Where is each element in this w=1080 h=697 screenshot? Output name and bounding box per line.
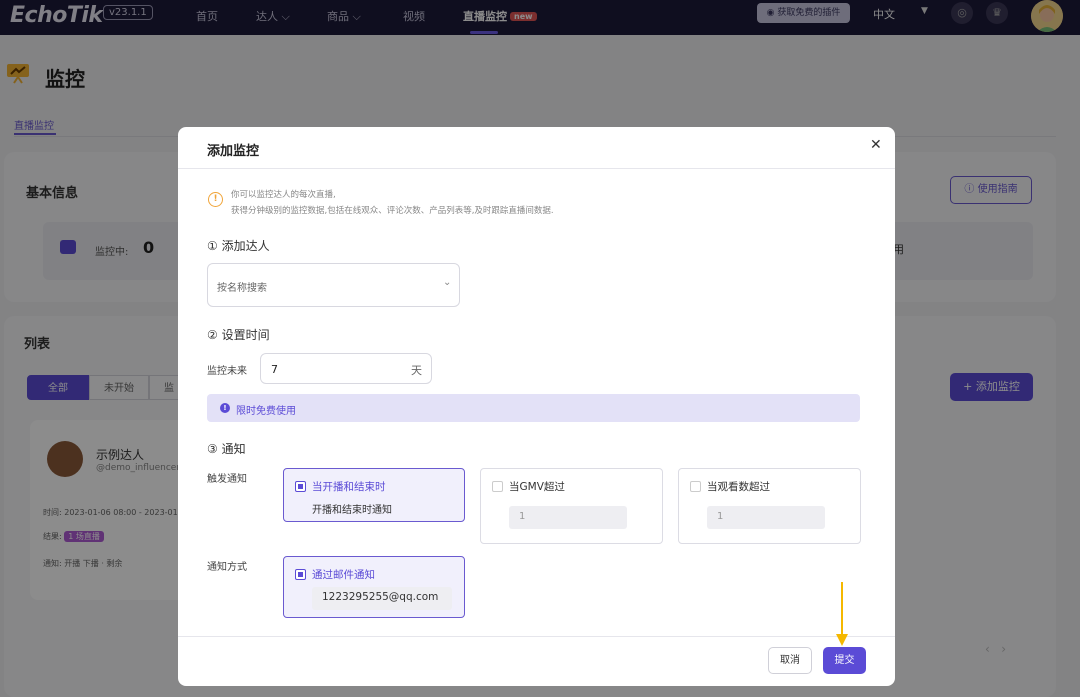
gmv-checkbox[interactable] bbox=[492, 481, 503, 492]
free-notice-bar: ! 限时免费使用 bbox=[207, 394, 860, 422]
gmv-label: 当GMV超过 bbox=[509, 481, 565, 493]
info-line-1: 你可以监控达人的每次直播, bbox=[231, 190, 336, 200]
modal-title: 添加监控 bbox=[207, 144, 260, 159]
close-icon[interactable]: ✕ bbox=[870, 137, 882, 153]
viewers-checkbox[interactable] bbox=[690, 481, 701, 492]
start-end-label: 当开播和结束时 bbox=[312, 481, 386, 493]
option-start-end[interactable]: 当开播和结束时 开播和结束时通知 bbox=[283, 468, 465, 522]
cancel-button[interactable]: 取消 bbox=[768, 647, 812, 674]
option-email[interactable]: 通过邮件通知 1223295255@qq.com bbox=[283, 556, 465, 618]
days-unit: 天 bbox=[411, 364, 422, 377]
step-notify: ③ 通知 bbox=[207, 442, 246, 456]
add-monitor-modal: 添加监控 ✕ ! 你可以监控达人的每次直播, 获得分钟级别的监控数据,包括在线观… bbox=[178, 127, 895, 686]
email-input[interactable]: 1223295255@qq.com bbox=[312, 587, 452, 610]
info-dot-icon: ! bbox=[220, 403, 230, 413]
start-end-sub: 开播和结束时通知 bbox=[312, 505, 392, 516]
influencer-search-select[interactable]: 按名称搜索 ⌄ bbox=[207, 263, 460, 307]
pointer-arrow-icon bbox=[836, 582, 848, 646]
step-set-time: ② 设置时间 bbox=[207, 328, 270, 342]
modal-header-divider bbox=[178, 168, 895, 169]
trigger-label: 触发通知 bbox=[207, 474, 247, 485]
start-end-checkbox[interactable] bbox=[295, 481, 306, 492]
monitor-future-label: 监控未来 bbox=[207, 366, 247, 377]
chevron-down-icon: ⌄ bbox=[443, 277, 452, 288]
days-value: 7 bbox=[271, 363, 278, 376]
step-add-influencer: ① 添加达人 bbox=[207, 239, 270, 253]
method-label: 通知方式 bbox=[207, 562, 247, 573]
submit-button[interactable]: 提交 bbox=[823, 647, 866, 674]
gmv-input[interactable]: 1 bbox=[509, 506, 627, 529]
info-icon: ! bbox=[208, 192, 223, 207]
days-input[interactable]: 7 天 bbox=[260, 353, 432, 384]
free-notice-text: 限时免费使用 bbox=[236, 406, 296, 417]
email-option-label: 通过邮件通知 bbox=[312, 569, 375, 581]
modal-footer-divider bbox=[178, 636, 895, 637]
viewers-input[interactable]: 1 bbox=[707, 506, 825, 529]
search-placeholder: 按名称搜索 bbox=[217, 283, 267, 294]
email-checkbox[interactable] bbox=[295, 569, 306, 580]
info-line-2: 获得分钟级别的监控数据,包括在线观众、评论次数、产品列表等,及时跟踪直播间数据. bbox=[231, 206, 554, 216]
option-gmv[interactable]: 当GMV超过 1 bbox=[480, 468, 663, 544]
viewers-label: 当观看数超过 bbox=[707, 481, 770, 493]
option-viewers[interactable]: 当观看数超过 1 bbox=[678, 468, 861, 544]
